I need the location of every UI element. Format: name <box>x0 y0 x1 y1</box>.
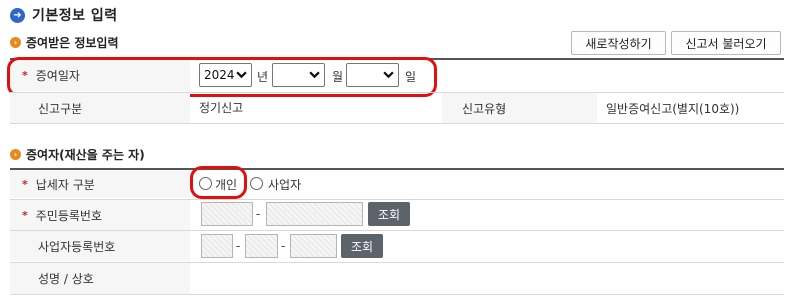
load-report-button[interactable]: 신고서 불러오기 <box>671 31 781 55</box>
taxpayer-type-label-cell: * 납세자 구분 <box>10 170 190 198</box>
new-report-button[interactable]: 새로작성하기 <box>571 31 666 55</box>
resident-no-label: 주민등록번호 <box>35 208 103 223</box>
year-select[interactable]: 2024 <box>199 63 252 87</box>
month-select[interactable] <box>272 63 325 87</box>
section-heading-recipient: › 증여받은 정보입력 <box>10 33 119 51</box>
report-type-value: 일반증여신고(별지(10호)) <box>606 102 740 116</box>
resident-no-front-input[interactable] <box>201 202 253 226</box>
business-no-part2-input[interactable] <box>245 234 278 258</box>
name-label: 성명 / 상호 <box>38 272 94 286</box>
resident-no-lookup-button[interactable]: 조회 <box>368 202 410 226</box>
business-radio-label[interactable]: 사업자 <box>268 176 301 193</box>
report-kind-value: 정기신고 <box>199 101 244 115</box>
day-select[interactable] <box>346 63 399 87</box>
report-type-label: 신고유형 <box>462 101 507 116</box>
chevron-down-icon <box>309 71 320 79</box>
section-heading-donor: › 증여자(재산을 주는 자) <box>10 145 145 163</box>
page-title-text: 기본정보 입력 <box>32 8 118 24</box>
year-select-value: 2024 <box>204 68 235 82</box>
row-divider <box>10 294 784 295</box>
arrow-right-icon: ➜ <box>10 7 25 23</box>
report-kind-label-cell: 신고구분 <box>10 93 190 123</box>
page-title: ➜ 기본정보 입력 <box>10 5 118 25</box>
dash-separator: - <box>236 239 241 253</box>
required-mark: * <box>22 177 28 191</box>
gift-date-label-cell: * 증여일자 <box>10 60 190 91</box>
report-kind-label: 신고구분 <box>38 101 83 116</box>
business-no-label: 사업자등록번호 <box>38 239 116 254</box>
gift-date-label: 증여일자 <box>35 69 80 83</box>
business-no-part1-input[interactable] <box>201 234 233 258</box>
business-no-part3-input[interactable] <box>290 234 337 258</box>
required-mark: * <box>22 69 28 82</box>
chevron-right-icon: › <box>10 148 21 160</box>
dash-separator: - <box>256 207 261 221</box>
business-no-lookup-button[interactable]: 조회 <box>341 234 383 258</box>
individual-radio[interactable] <box>199 177 212 190</box>
business-no-label-cell: 사업자등록번호 <box>10 231 190 261</box>
chevron-down-icon <box>236 71 247 79</box>
report-type-label-cell: 신고유형 <box>442 93 597 123</box>
chevron-down-icon <box>383 71 394 79</box>
resident-no-back-input[interactable] <box>266 202 363 226</box>
business-radio[interactable] <box>250 177 263 190</box>
chevron-right-icon: › <box>10 36 21 48</box>
name-label-cell: 성명 / 상호 <box>10 263 190 294</box>
taxpayer-type-label: 납세자 구분 <box>35 177 95 192</box>
dash-separator: - <box>281 239 286 253</box>
row-divider <box>10 123 784 124</box>
section-heading-text: 증여자(재산을 주는 자) <box>26 147 145 162</box>
year-unit: 년 <box>257 70 269 84</box>
resident-no-label-cell: * 주민등록번호 <box>10 200 190 230</box>
section-heading-text: 증여받은 정보입력 <box>26 35 119 50</box>
day-unit: 일 <box>405 70 417 84</box>
individual-radio-label[interactable]: 개인 <box>215 176 237 193</box>
required-mark: * <box>22 208 28 222</box>
month-unit: 월 <box>332 70 344 84</box>
